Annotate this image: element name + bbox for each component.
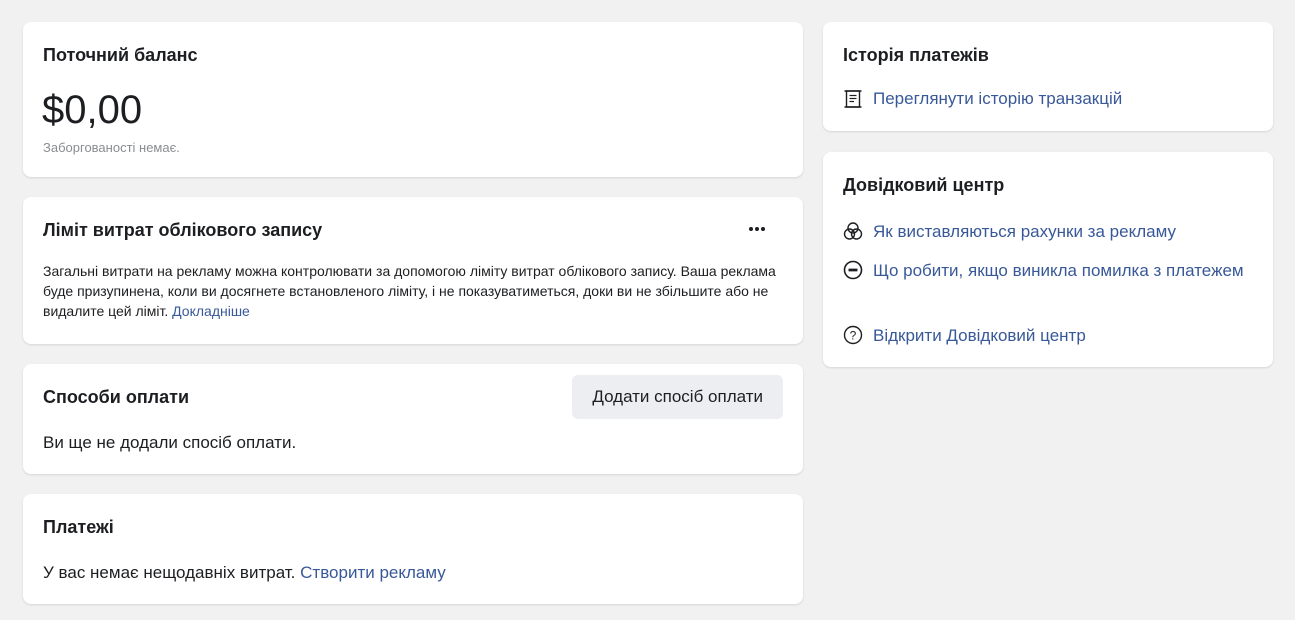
learn-more-link[interactable]: Докладніше: [172, 303, 250, 319]
methods-empty-text: Ви ще не додали спосіб оплати.: [43, 433, 297, 452]
current-balance-card: Поточний баланс $0,00 Заборгованості нем…: [23, 22, 803, 177]
view-transactions-row[interactable]: Переглянути історію транзакцій: [843, 89, 1122, 109]
balance-title: Поточний баланс: [43, 45, 198, 65]
help-item-payment-error[interactable]: Що робити, якщо виникла помилка з платеж…: [843, 258, 1253, 283]
add-payment-method-button[interactable]: Додати спосіб оплати: [572, 375, 783, 419]
methods-title: Способи оплати: [43, 387, 190, 407]
spending-limit-card: Ліміт витрат облікового запису Загальні …: [23, 197, 803, 344]
limit-title: Ліміт витрат облікового запису: [43, 220, 323, 240]
payments-title: Платежі: [43, 517, 114, 537]
payments-text: У вас немає нещодавніх витрат. Створити …: [43, 563, 446, 583]
payments-card: Платежі У вас немає нещодавніх витрат. С…: [23, 494, 803, 604]
view-transactions-link[interactable]: Переглянути історію транзакцій: [873, 89, 1122, 109]
limit-description-text: Загальні витрати на рекламу можна контро…: [43, 263, 776, 319]
history-title: Історія платежів: [843, 45, 989, 65]
svg-text:?: ?: [850, 329, 857, 343]
help-title: Довідковий центр: [843, 175, 1005, 195]
payment-methods-card: Способи оплати Додати спосіб оплати Ви щ…: [23, 364, 803, 474]
receipt-icon: [843, 89, 863, 109]
billing-circles-icon: [843, 221, 863, 241]
help-link-payment-error[interactable]: Що робити, якщо виникла помилка з платеж…: [873, 258, 1244, 283]
question-circle-icon: ?: [843, 325, 863, 345]
payment-history-card: Історія платежів Переглянути історію тра…: [823, 22, 1273, 131]
help-link-billing[interactable]: Як виставляються рахунки за рекламу: [873, 219, 1176, 244]
balance-subtitle: Заборгованості немає.: [43, 140, 180, 155]
create-ad-link[interactable]: Створити рекламу: [300, 563, 446, 582]
help-center-card: Довідковий центр Як виставляються рахунк…: [823, 152, 1273, 367]
payments-empty-text: У вас немає нещодавніх витрат.: [43, 563, 296, 582]
more-horizontal-icon[interactable]: [745, 217, 769, 241]
limit-description: Загальні витрати на рекламу можна контро…: [43, 261, 783, 321]
help-item-billing[interactable]: Як виставляються рахунки за рекламу: [843, 219, 1253, 244]
minus-circle-icon: [843, 260, 863, 280]
help-link-open-center[interactable]: Відкрити Довідковий центр: [873, 323, 1086, 348]
help-item-open-center[interactable]: ? Відкрити Довідковий центр: [843, 323, 1253, 348]
balance-amount: $0,00: [42, 88, 143, 132]
